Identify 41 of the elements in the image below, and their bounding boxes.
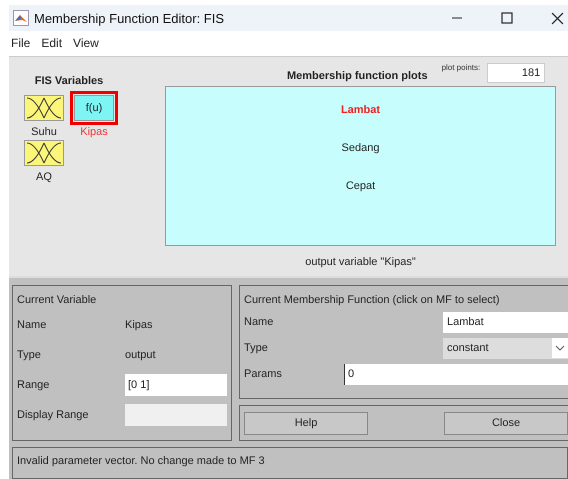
variable-name: Suhu xyxy=(31,126,57,138)
variable-name-value: Kipas xyxy=(125,319,153,331)
caret-icon[interactable] xyxy=(552,338,568,358)
close-button[interactable]: Close xyxy=(444,412,568,434)
input-variable-block[interactable] xyxy=(24,94,64,120)
plot-caption: output variable "Kipas" xyxy=(304,256,417,268)
params-label: Params xyxy=(244,368,283,380)
plot-points-field[interactable]: 181 xyxy=(487,62,546,82)
display-range-field[interactable] xyxy=(125,404,227,426)
display-range-label: Display Range xyxy=(17,409,90,421)
close-icon[interactable] xyxy=(551,12,564,25)
app-icon xyxy=(13,10,29,26)
type-label: Type xyxy=(17,349,42,361)
mf-label[interactable]: Sedang xyxy=(342,140,380,154)
mf-name-field[interactable]: Lambat xyxy=(443,312,568,332)
name-label: Name xyxy=(244,316,274,328)
menu-item[interactable]: File xyxy=(11,36,30,50)
input-variable-block[interactable] xyxy=(24,140,64,166)
help-button[interactable]: Help xyxy=(244,412,368,434)
variable-type-value: output xyxy=(125,349,156,361)
section-title: FIS Variables xyxy=(34,74,104,86)
name-label: Name xyxy=(17,319,48,331)
plot-title: Membership function plots xyxy=(287,70,428,82)
variable-name: AQ xyxy=(36,170,52,182)
mf-label[interactable]: Cepat xyxy=(346,178,376,192)
variable-name: Kipas xyxy=(80,126,108,138)
maximize-icon[interactable] xyxy=(501,12,513,24)
range-label: Range xyxy=(17,379,50,391)
window-title: Membership Function Editor: FIS xyxy=(34,10,224,26)
plot-points-label: plot points: xyxy=(442,62,480,72)
status-bar: Invalid parameter vector. No change made to MF 3 xyxy=(12,447,568,479)
menu-item[interactable]: View xyxy=(73,36,99,50)
mf-type-dropdown[interactable]: constant xyxy=(443,338,568,358)
menu-item[interactable]: Edit xyxy=(41,36,62,50)
panel-title: Current Membership Function (click on MF to select) xyxy=(244,294,501,306)
panel-title: Current Variable xyxy=(17,294,98,306)
plot-area[interactable]: Lambat Sedang Cepat xyxy=(165,86,556,246)
mf-label[interactable]: Lambat xyxy=(340,102,380,116)
range-field[interactable]: [0 1] xyxy=(125,374,227,396)
type-label: Type xyxy=(244,342,269,354)
params-field[interactable]: 0 xyxy=(344,364,568,384)
